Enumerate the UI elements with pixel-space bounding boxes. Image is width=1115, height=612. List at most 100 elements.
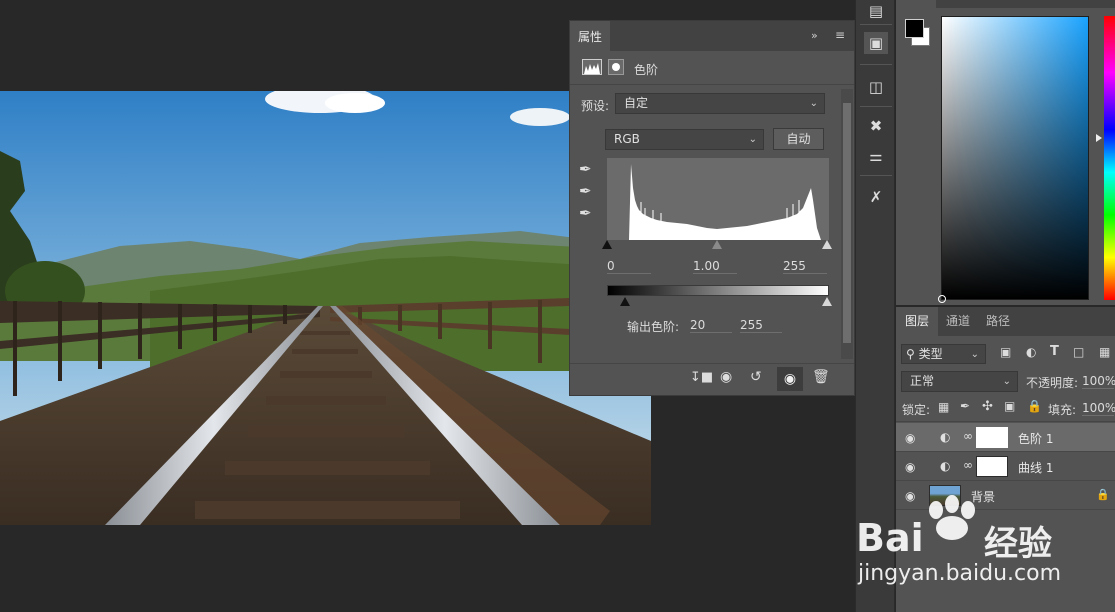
layer-name: 色阶 1 [1018,432,1054,446]
divider [860,64,892,65]
black-point-eyedropper-icon[interactable]: ✒ [579,160,592,178]
collapse-icon[interactable]: » [811,29,818,42]
lock-artboard-icon[interactable]: ▣ [1004,399,1015,413]
input-gamma-value[interactable]: 1.00 [693,259,737,274]
filter-type-icon[interactable]: T [1050,344,1059,359]
output-white-slider[interactable] [822,297,832,306]
tools-icon[interactable]: ✗ [864,186,888,208]
layer-row-levels[interactable]: ◉ ◐ ∞ 色阶 1 [896,423,1115,452]
eye-icon[interactable]: ◉ [905,460,915,474]
chevron-down-icon: ⌄ [809,98,818,109]
color-picker-field[interactable] [938,16,1089,303]
gray-point-eyedropper-icon[interactable]: ✒ [579,182,592,200]
input-white-value[interactable]: 255 [783,259,827,274]
chevron-down-icon: ⌄ [970,349,979,360]
filter-adjustment-icon[interactable]: ◐ [1026,345,1036,359]
panel-menu-icon[interactable]: ≡ [835,28,845,42]
lock-position-icon[interactable]: ✣ [982,399,993,414]
filter-pixel-icon[interactable]: ▣ [1000,345,1011,359]
adjustment-title: 色阶 [634,63,659,77]
clip-to-layer-icon[interactable]: ↧■ [690,370,713,385]
layer-mask-thumbnail[interactable] [976,456,1008,477]
preset-dropdown[interactable]: 自定 ⌄ [615,93,825,114]
divider [860,106,892,107]
brush-presets-icon[interactable]: ✖ [864,115,888,137]
input-gamma-slider[interactable] [712,240,722,249]
input-white-slider[interactable] [822,240,832,249]
watermark-brand-latin: Bai [856,516,924,560]
auto-button[interactable]: 自动 [773,128,824,150]
chevron-down-icon: ⌄ [748,134,757,145]
lock-transparency-icon[interactable]: ▦ [938,400,949,414]
reset-icon[interactable]: ↺ [750,369,762,385]
divider [896,421,1115,422]
hue-slider-handle[interactable] [1096,134,1102,142]
view-previous-state-icon[interactable]: ◉ [720,369,732,385]
layer-name: 曲线 1 [1018,461,1054,475]
watermark-url: jingyan.baidu.com [858,561,1062,586]
opacity-value[interactable]: 100% [1082,374,1115,389]
fill-label: 填充: [1048,403,1077,417]
delete-icon[interactable]: 🗑 [812,369,830,385]
adjustments-icon[interactable]: ⚌ [864,145,888,167]
blend-mode-dropdown[interactable]: 正常 ⌄ [901,371,1018,392]
fill-value[interactable]: 100% [1082,401,1115,416]
properties-footer: ↧■ ◉ ↺ ◉ 🗑 [570,363,854,395]
railway-photo [0,91,651,525]
output-black-value[interactable]: 20 [690,318,732,333]
tab-layers[interactable]: 图层 [896,307,938,336]
lock-image-icon[interactable]: ✒ [960,399,970,413]
divider [570,84,854,85]
input-black-value[interactable]: 0 [607,259,651,274]
toggle-visibility-icon[interactable]: ◉ [777,367,803,391]
history-icon[interactable]: ▤ [864,0,888,22]
properties-panel: 属性 » ≡ 色阶 预设: 自定 ⌄ RGB ⌄ 自动 ✒ ✒ ✒ 0 1.00… [569,20,855,396]
chain-link-icon[interactable]: ∞ [963,458,973,472]
eye-icon[interactable]: ◉ [905,431,915,445]
filter-value: 类型 [918,347,943,361]
hue-slider[interactable] [1104,16,1115,300]
tab-paths[interactable]: 路径 [978,307,1018,336]
3d-icon[interactable]: ▣ [864,32,888,54]
channel-dropdown[interactable]: RGB ⌄ [605,129,764,150]
divider [860,175,892,176]
lock-label: 锁定: [902,403,931,417]
baidu-watermark: Bai 经验 jingyan.baidu.com [856,488,1115,612]
search-icon: ⚲ [906,347,915,361]
properties-tabbar: 属性 » ≡ [570,21,854,51]
input-black-slider[interactable] [602,240,612,249]
photoshop-window: 属性 » ≡ 色阶 预设: 自定 ⌄ RGB ⌄ 自动 ✒ ✒ ✒ 0 1.00… [0,0,1115,612]
layers-tabbar: 图层 通道 路径 [896,307,1115,336]
output-levels-label: 输出色阶: [627,320,680,334]
adjustment-layer-icon: ◐ [940,430,951,444]
histogram [607,158,829,240]
layer-mask-thumbnail[interactable] [976,427,1008,448]
white-point-eyedropper-icon[interactable]: ✒ [579,204,592,222]
lock-all-icon[interactable]: 🔒 [1027,399,1042,413]
layer-filter-dropdown[interactable]: ⚲ 类型 ⌄ [901,344,986,364]
foreground-color-swatch[interactable] [905,19,924,38]
mask-icon[interactable] [608,59,624,75]
preset-value: 自定 [624,96,649,110]
chevron-down-icon: ⌄ [1002,376,1011,387]
divider [860,24,892,25]
preset-label: 预设: [581,99,610,113]
layer-row-curves[interactable]: ◉ ◐ ∞ 曲线 1 [896,452,1115,481]
blend-mode-value: 正常 [910,374,935,388]
output-black-slider[interactable] [620,297,630,306]
filter-smart-object-icon[interactable]: ▦ [1099,345,1110,359]
tab-properties[interactable]: 属性 [570,21,610,51]
chain-link-icon[interactable]: ∞ [963,429,973,443]
watermark-brand-cn: 经验 [984,524,1052,564]
swatches-icon[interactable]: ◫ [864,76,888,98]
canvas-image[interactable] [0,91,651,525]
channel-value: RGB [614,132,640,146]
output-gradient [607,285,829,296]
adjustment-layer-icon: ◐ [940,459,951,473]
properties-scrollbar[interactable] [841,89,853,359]
tab-channels[interactable]: 通道 [938,307,978,336]
filter-shape-icon[interactable]: □ [1073,345,1084,359]
color-panel-tabbar [936,0,1115,8]
output-white-value[interactable]: 255 [740,318,782,333]
levels-adjustment-icon[interactable] [582,59,602,75]
